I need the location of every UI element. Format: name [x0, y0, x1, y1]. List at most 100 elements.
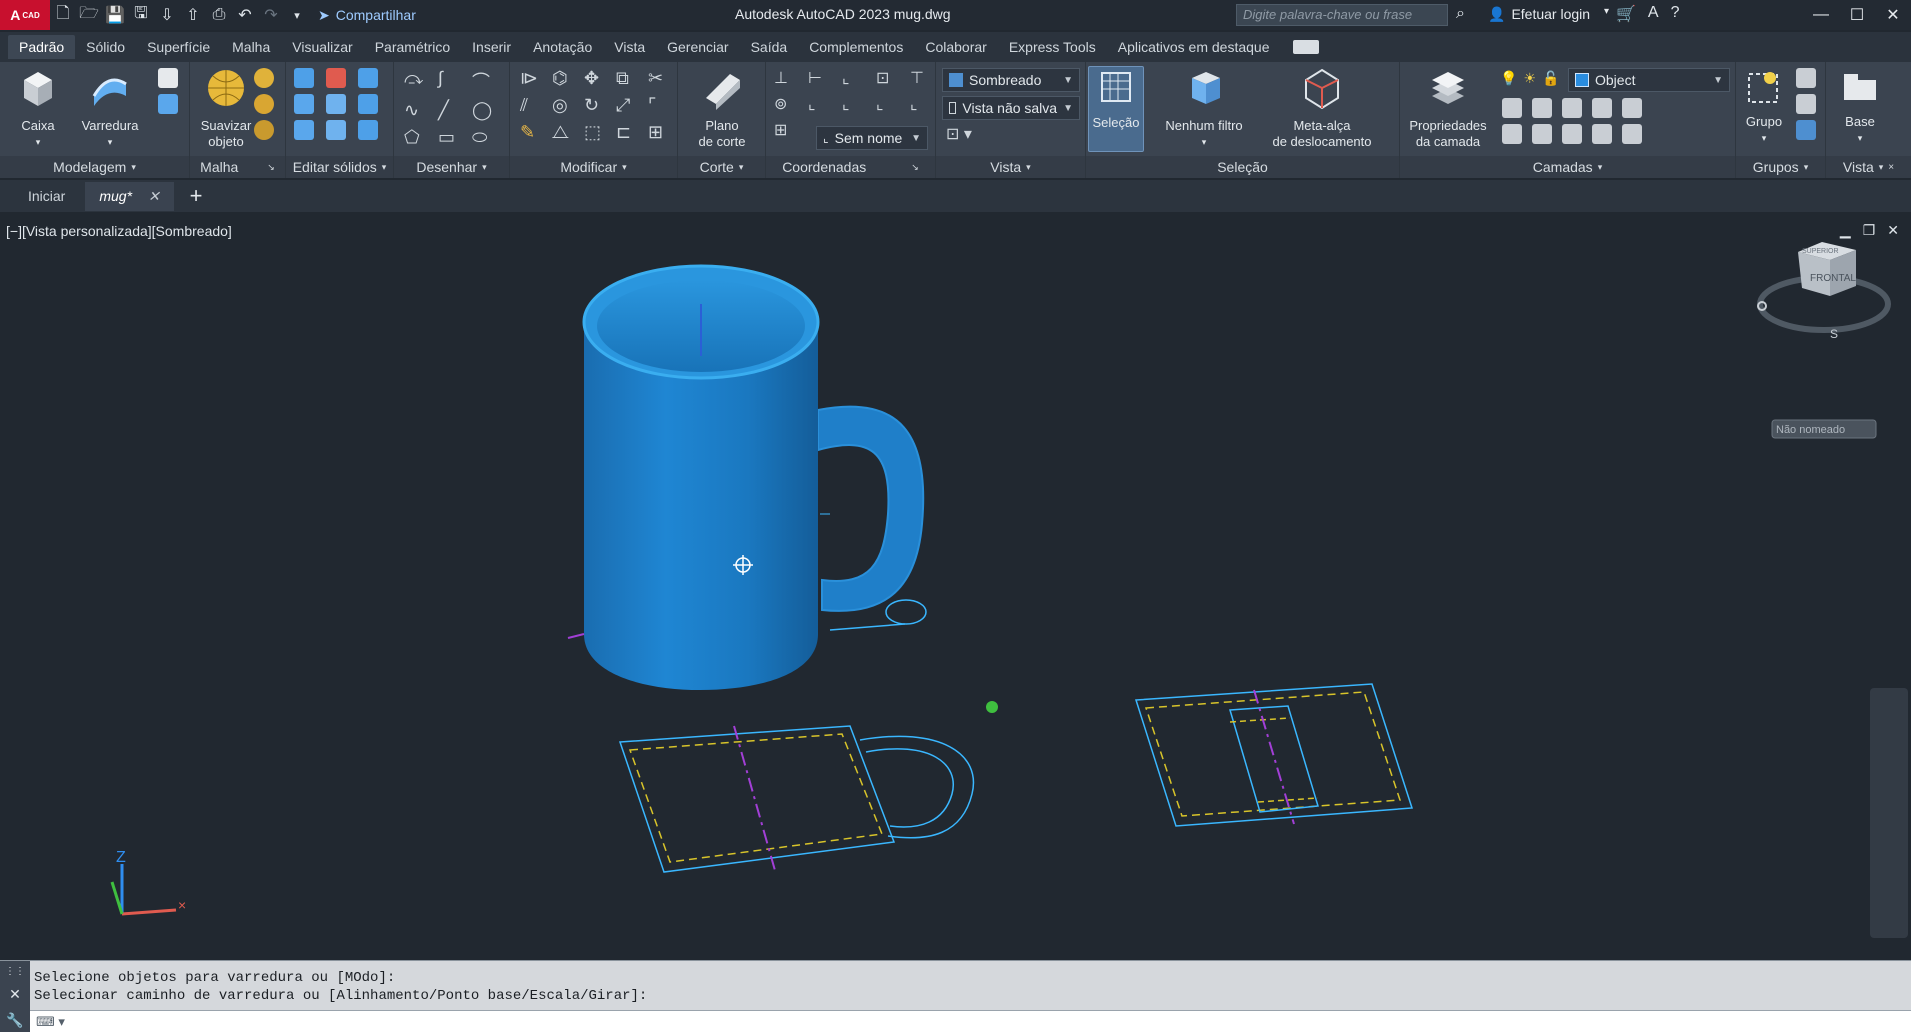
tab-parametrico[interactable]: Paramétrico — [364, 35, 461, 59]
extrude-icon[interactable] — [158, 68, 178, 88]
meta-alca-button[interactable]: Meta-alça de deslocamento — [1262, 66, 1382, 150]
new-tab-button[interactable]: + — [180, 183, 213, 209]
mesh-refine-icon[interactable] — [254, 120, 274, 140]
line-icon[interactable]: ╱ — [438, 100, 466, 121]
extract-edges-icon[interactable] — [294, 120, 314, 140]
file-tab-iniciar[interactable]: Iniciar — [14, 182, 79, 210]
array-icon[interactable]: ⊞ — [648, 122, 674, 143]
ucs-y-icon[interactable]: ⌞ — [842, 94, 870, 114]
layer-dropdown[interactable]: Object ▼ — [1568, 68, 1730, 92]
rotate-icon[interactable]: ↻ — [584, 95, 610, 116]
mug-body[interactable] — [582, 264, 820, 690]
tab-superficie[interactable]: Superfície — [136, 35, 221, 59]
panel-title-malha[interactable]: Malha ↘ — [190, 156, 285, 178]
selecao-button[interactable]: Seleção — [1088, 66, 1144, 152]
tab-visualizar[interactable]: Visualizar — [281, 35, 363, 59]
grupo-button[interactable]: Grupo ▾ — [1736, 66, 1792, 146]
ucs-dropdown[interactable]: ⌞ Sem nome ▼ — [816, 126, 928, 150]
panel-title-vista-base[interactable]: Vista ▾ × — [1826, 156, 1911, 178]
spline-icon[interactable]: ∫ — [438, 68, 466, 94]
redo-icon[interactable]: ↷ — [258, 3, 284, 27]
nenhum-filtro-button[interactable]: Nenhum filtro ▾ — [1154, 66, 1254, 150]
ellipse-icon[interactable]: ⬭ — [472, 127, 500, 148]
save-icon[interactable]: 💾 — [102, 3, 128, 27]
fillet-icon[interactable]: ⌜ — [648, 95, 674, 116]
panel-title-desenhar[interactable]: Desenhar ▾ — [394, 156, 509, 178]
ucs-icon[interactable]: ⊥ — [774, 68, 802, 88]
profile-drawing-left[interactable] — [618, 725, 975, 875]
suavizar-objeto-button[interactable]: Suavizar objeto — [190, 66, 262, 150]
offset-icon[interactable]: ⫽ — [520, 95, 546, 116]
intersect-icon[interactable] — [294, 94, 314, 114]
tab-solido[interactable]: Sólido — [75, 35, 136, 59]
ribbon-toggle-icon[interactable] — [1292, 40, 1319, 54]
command-input[interactable]: ⌨ ▾ — [30, 1010, 1911, 1032]
layer-isolate-icon[interactable] — [1532, 98, 1552, 118]
3d-polyline-icon[interactable]: ∿ — [404, 100, 432, 121]
panel-title-corte[interactable]: Corte ▾ — [678, 156, 765, 178]
ucs-3point-icon[interactable]: ⌞ — [910, 94, 938, 114]
ucs-z-icon[interactable]: ⌞ — [876, 94, 904, 114]
plano-de-corte-button[interactable]: Plano de corte — [686, 66, 758, 150]
layer-off-icon[interactable] — [1502, 98, 1522, 118]
tab-anotacao[interactable]: Anotação — [522, 35, 603, 59]
ucs-x-icon[interactable]: ⌞ — [808, 94, 836, 114]
presspull-icon[interactable] — [158, 94, 178, 114]
layer-freeze-icon[interactable] — [1562, 98, 1582, 118]
tab-express-tools[interactable]: Express Tools — [998, 35, 1107, 59]
tab-saida[interactable]: Saída — [740, 35, 799, 59]
move-icon[interactable]: ✥ — [584, 68, 610, 89]
3d-array-icon[interactable]: ⌬ — [552, 68, 578, 89]
app-menu-button[interactable]: A CAD — [0, 0, 50, 30]
command-prompt-icon[interactable]: ⌨ ▾ — [36, 1014, 65, 1030]
layer-thaw-icon[interactable]: ☀ — [1523, 70, 1536, 87]
new-file-icon[interactable]: 🗋 — [50, 3, 76, 27]
share-button[interactable]: ➤ Compartilhar — [318, 7, 416, 24]
drawing-viewport[interactable]: [−][Vista personalizada][Sombreado] ▁ ❐ … — [0, 214, 1911, 959]
slice-icon[interactable] — [326, 94, 346, 114]
close-button[interactable]: ✕ — [1875, 0, 1911, 30]
ucs-named-icon[interactable]: ⊞ — [774, 120, 802, 140]
search-icon[interactable]: ⌕ — [1456, 5, 1465, 23]
polygon-icon[interactable]: ⬠ — [404, 127, 432, 148]
minimize-button[interactable]: — — [1803, 0, 1839, 30]
ucs-face-icon[interactable]: ⊚ — [774, 94, 802, 114]
layer-previous-icon[interactable] — [1532, 124, 1552, 144]
thicken-icon[interactable] — [358, 94, 378, 114]
ucs-object-icon[interactable]: ⊤ — [910, 68, 938, 88]
close-tab-icon[interactable]: ✕ — [148, 188, 160, 204]
panel-title-camadas[interactable]: Camadas ▾ — [1400, 156, 1735, 178]
import-icon[interactable]: ⇩ — [154, 3, 180, 27]
grip-icon[interactable]: ⋮⋮ — [5, 966, 25, 977]
viewcube[interactable]: FRONTAL SUPERIOR S — [1757, 242, 1891, 341]
viewport-config-icon[interactable]: ⊡ ▾ — [946, 124, 972, 144]
export-icon[interactable]: ⇧ — [180, 3, 206, 27]
print-icon[interactable]: ⎙ — [206, 3, 232, 27]
tab-gerenciar[interactable]: Gerenciar — [656, 35, 739, 59]
ucs-world-icon[interactable]: ⊢ — [808, 68, 836, 88]
tab-malha[interactable]: Malha — [221, 35, 281, 59]
tab-colaborar[interactable]: Colaborar — [914, 35, 997, 59]
subtract-icon[interactable] — [326, 68, 346, 88]
align-icon[interactable]: ⧍ — [552, 122, 578, 143]
union-icon[interactable] — [294, 68, 314, 88]
panel-title-coordenadas[interactable]: Coordenadas ↘ — [766, 156, 935, 178]
layer-thaw-all-icon[interactable] — [1592, 124, 1612, 144]
green-point-marker[interactable] — [986, 701, 998, 713]
profile-drawing-right[interactable] — [1134, 683, 1414, 827]
layer-unisolate-icon[interactable] — [1562, 124, 1582, 144]
polyline-icon[interactable]: ⤼ — [404, 68, 432, 94]
undo-icon[interactable]: ↶ — [232, 3, 258, 27]
ucs-view-icon[interactable]: ⊡ — [876, 68, 904, 88]
base-button[interactable]: Base ▾ — [1830, 66, 1890, 146]
mesh-smooth-more-icon[interactable] — [254, 68, 274, 88]
scale-icon[interactable]: ⤢ — [616, 95, 642, 116]
autodesk-a-icon[interactable]: A — [1648, 4, 1659, 24]
ucs-menu[interactable]: Não nomeado — [1771, 419, 1877, 439]
ungroup-icon[interactable] — [1796, 68, 1816, 88]
group-select-icon[interactable] — [1796, 120, 1816, 140]
panel-title-modelagem[interactable]: Modelagem ▾ — [0, 156, 189, 178]
layer-match-icon[interactable] — [1502, 124, 1522, 144]
open-file-icon[interactable]: 🗁 — [76, 3, 102, 27]
3d-rotate-icon[interactable]: ◎ — [552, 95, 578, 116]
